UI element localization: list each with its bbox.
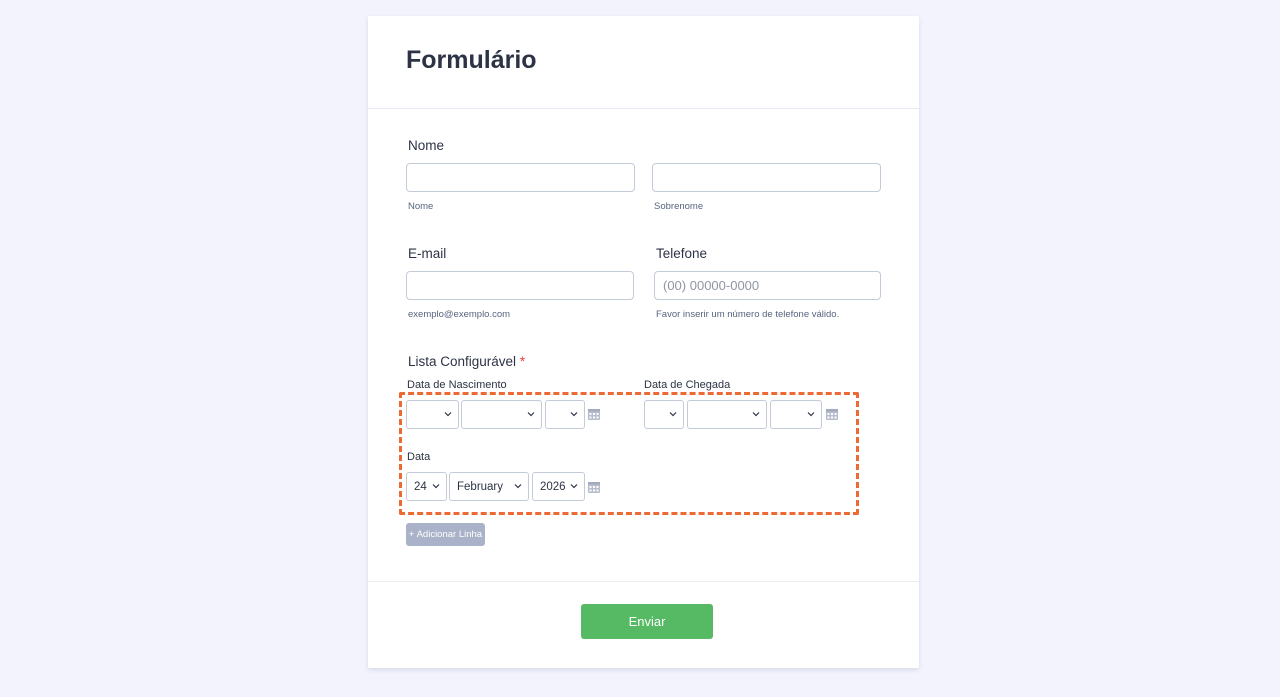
chevron-down-icon <box>752 412 760 417</box>
last-name-sublabel: Sobrenome <box>654 201 704 212</box>
arrival-year-select[interactable] <box>770 400 822 429</box>
phone-label: Telefone <box>656 246 708 261</box>
birth-year-select[interactable] <box>545 400 585 429</box>
chevron-down-icon <box>570 412 578 417</box>
config-list-label-text: Lista Configurável <box>408 354 517 369</box>
chevron-down-icon <box>570 484 578 489</box>
birth-day-select[interactable] <box>406 400 459 429</box>
email-input[interactable] <box>406 271 634 300</box>
form-title: Formulário <box>406 46 537 74</box>
date-year-select[interactable]: 2026 <box>532 472 585 501</box>
footer-divider <box>368 581 919 582</box>
required-mark: * <box>519 354 526 369</box>
submit-button[interactable]: Enviar <box>581 604 713 639</box>
date-label: Data <box>407 451 431 463</box>
date-month-select[interactable]: February <box>449 472 529 501</box>
arrival-month-select[interactable] <box>687 400 767 429</box>
date-year-value: 2026 <box>540 481 566 493</box>
arrival-day-select[interactable] <box>644 400 684 429</box>
chevron-down-icon <box>669 412 677 417</box>
birth-month-select[interactable] <box>461 400 542 429</box>
form-header: Formulário <box>368 16 919 109</box>
calendar-icon[interactable] <box>825 407 839 421</box>
first-name-input[interactable] <box>406 163 635 192</box>
arrival-date-label: Data de Chegada <box>644 379 731 391</box>
name-label: Nome <box>408 138 445 153</box>
first-name-sublabel: Nome <box>408 201 434 212</box>
form-card: Formulário Nome Nome Sobrenome E-mail ex… <box>368 16 919 668</box>
date-day-select[interactable]: 24 <box>406 472 447 501</box>
phone-sublabel: Favor inserir um número de telefone váli… <box>656 309 840 320</box>
date-day-value: 24 <box>414 481 427 493</box>
email-label: E-mail <box>408 246 447 261</box>
birth-date-label: Data de Nascimento <box>407 379 507 391</box>
chevron-down-icon <box>432 484 440 489</box>
chevron-down-icon <box>527 412 535 417</box>
chevron-down-icon <box>807 412 815 417</box>
date-month-value: February <box>457 481 504 493</box>
chevron-down-icon <box>444 412 452 417</box>
add-row-button[interactable]: + Adicionar Linha <box>406 523 485 546</box>
last-name-input[interactable] <box>652 163 881 192</box>
chevron-down-icon <box>514 484 522 489</box>
email-sublabel: exemplo@exemplo.com <box>408 309 511 320</box>
config-list-label: Lista Configurável * <box>408 354 525 369</box>
calendar-icon[interactable] <box>587 407 601 421</box>
calendar-icon[interactable] <box>587 480 601 494</box>
phone-input[interactable] <box>654 271 881 300</box>
